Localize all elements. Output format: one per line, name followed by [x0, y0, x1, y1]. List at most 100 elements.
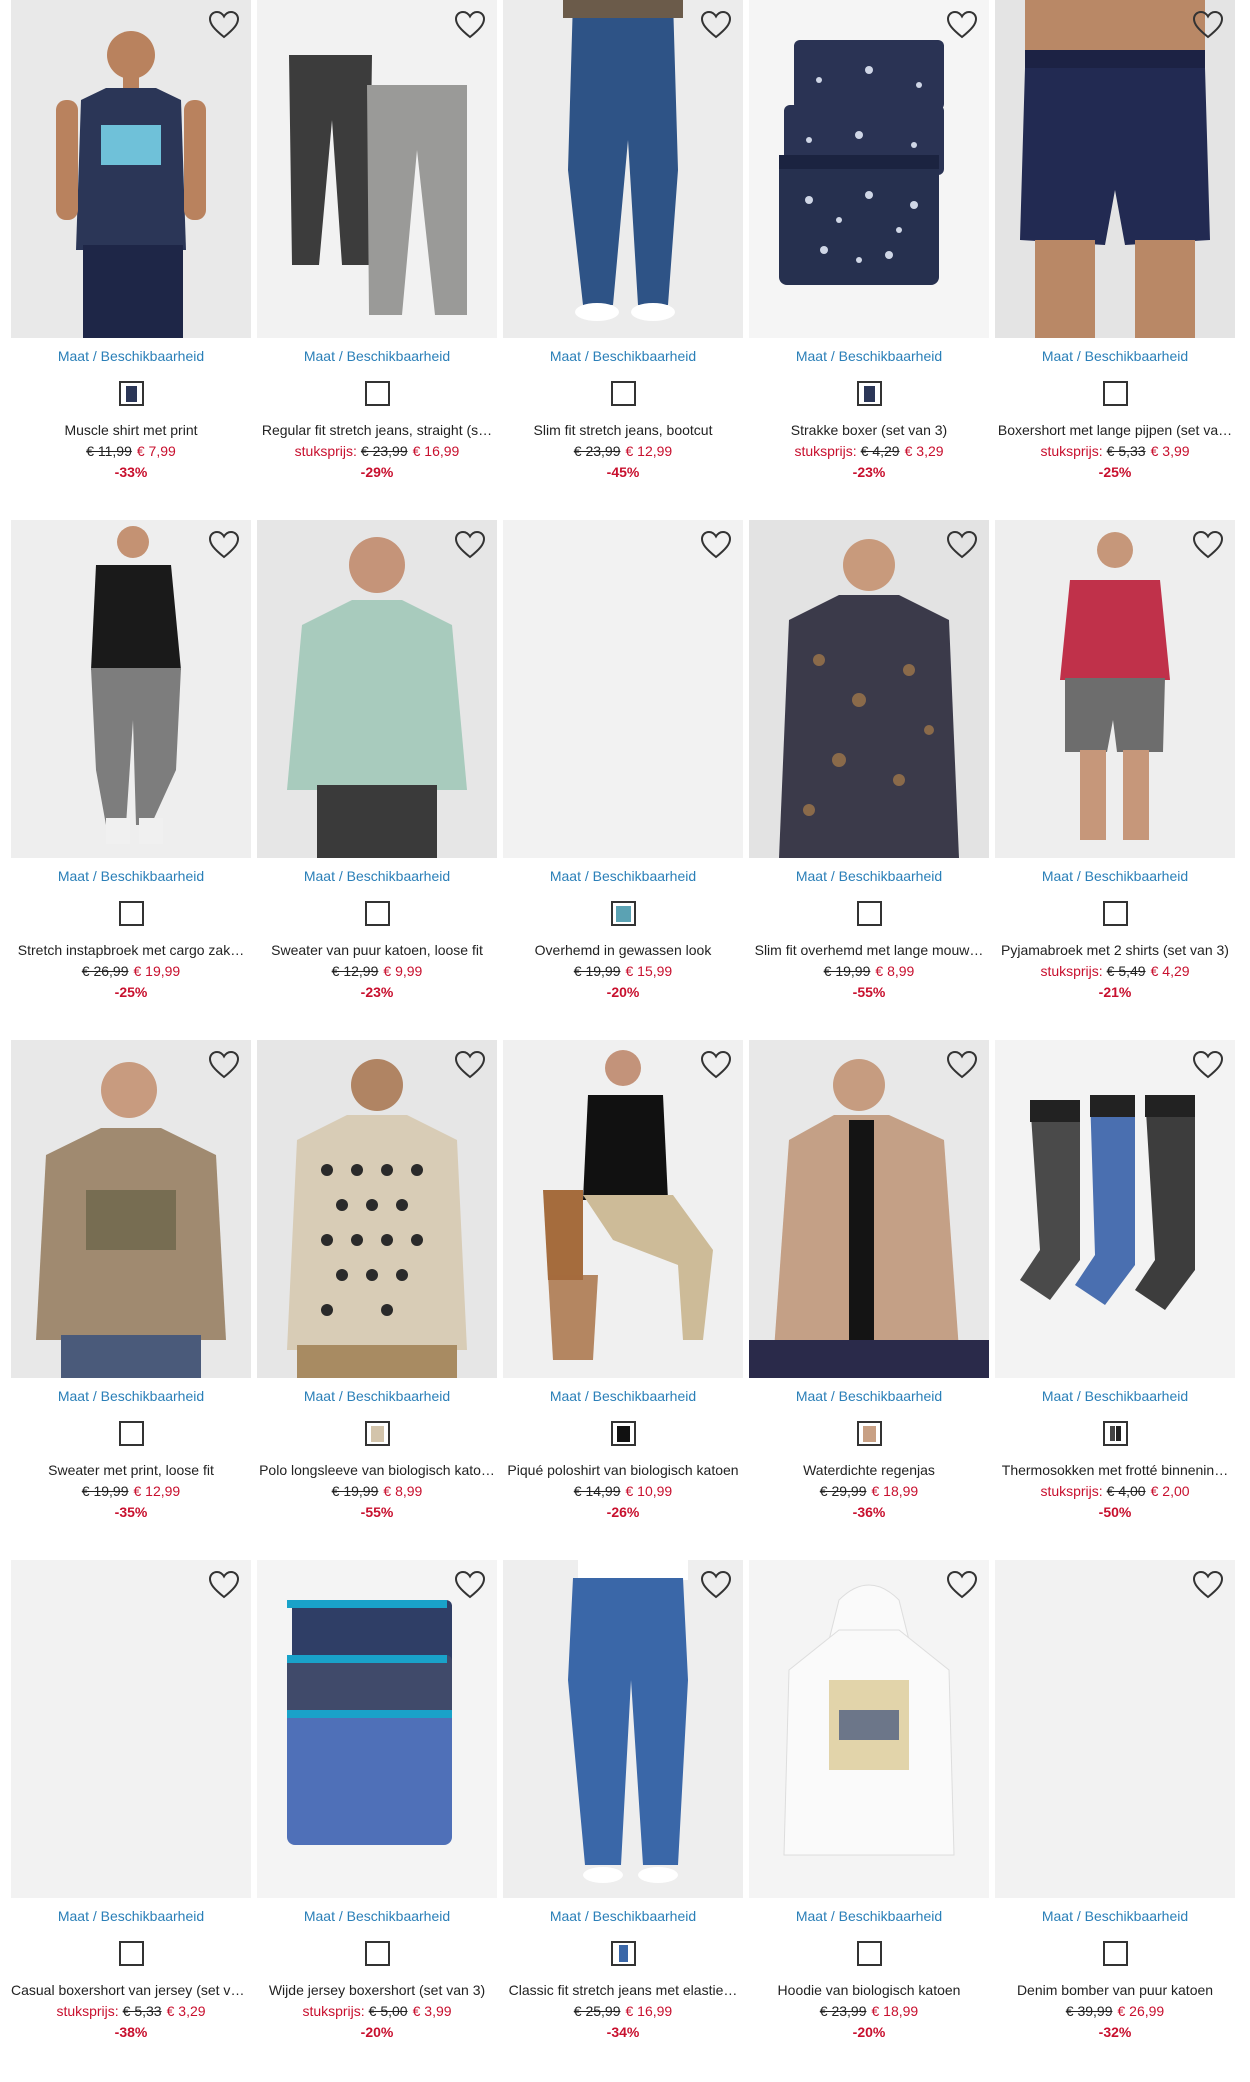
color-swatch[interactable]: [365, 381, 390, 406]
wishlist-heart-icon[interactable]: [453, 1568, 487, 1602]
product-card[interactable]: Maat / Beschikbaarheid Casual boxershort…: [11, 1560, 251, 2050]
product-card[interactable]: Maat / Beschikbaarheid Sweater met print…: [11, 1040, 251, 1530]
size-availability-link[interactable]: Maat / Beschikbaarheid: [749, 348, 989, 364]
product-card[interactable]: Maat / Beschikbaarheid Muscle shirt met …: [11, 0, 251, 490]
product-image[interactable]: [257, 0, 497, 338]
product-image[interactable]: [257, 1560, 497, 1898]
color-swatch[interactable]: [365, 1941, 390, 1966]
product-card[interactable]: Maat / Beschikbaarheid Strakke boxer (se…: [749, 0, 989, 490]
size-availability-link[interactable]: Maat / Beschikbaarheid: [749, 868, 989, 884]
product-name[interactable]: Regular fit stretch jeans, straight (s…: [257, 422, 497, 438]
size-availability-link[interactable]: Maat / Beschikbaarheid: [257, 348, 497, 364]
product-card[interactable]: Maat / Beschikbaarheid Denim bomber van …: [995, 1560, 1235, 2050]
product-name[interactable]: Slim fit stretch jeans, bootcut: [503, 422, 743, 438]
product-card[interactable]: Maat / Beschikbaarheid Regular fit stret…: [257, 0, 497, 490]
size-availability-link[interactable]: Maat / Beschikbaarheid: [11, 1388, 251, 1404]
product-name[interactable]: Stretch instapbroek met cargo zak…: [11, 942, 251, 958]
wishlist-heart-icon[interactable]: [945, 1048, 979, 1082]
wishlist-heart-icon[interactable]: [1191, 528, 1225, 562]
size-availability-link[interactable]: Maat / Beschikbaarheid: [257, 868, 497, 884]
wishlist-heart-icon[interactable]: [207, 528, 241, 562]
size-availability-link[interactable]: Maat / Beschikbaarheid: [995, 868, 1235, 884]
size-availability-link[interactable]: Maat / Beschikbaarheid: [995, 1908, 1235, 1924]
product-name[interactable]: Denim bomber van puur katoen: [995, 1982, 1235, 1998]
wishlist-heart-icon[interactable]: [453, 528, 487, 562]
product-card[interactable]: Maat / Beschikbaarheid Polo longsleeve v…: [257, 1040, 497, 1530]
wishlist-heart-icon[interactable]: [207, 8, 241, 42]
product-name[interactable]: Waterdichte regenjas: [749, 1462, 989, 1478]
color-swatch[interactable]: [365, 901, 390, 926]
product-image[interactable]: [503, 0, 743, 338]
product-image[interactable]: [257, 520, 497, 858]
product-card[interactable]: Maat / Beschikbaarheid Sweater van puur …: [257, 520, 497, 1010]
product-name[interactable]: Boxershort met lange pijpen (set va…: [995, 422, 1235, 438]
color-swatch[interactable]: [119, 1421, 144, 1446]
color-swatch[interactable]: [1103, 1421, 1128, 1446]
wishlist-heart-icon[interactable]: [699, 1568, 733, 1602]
product-image[interactable]: [11, 1040, 251, 1378]
wishlist-heart-icon[interactable]: [453, 8, 487, 42]
size-availability-link[interactable]: Maat / Beschikbaarheid: [11, 1908, 251, 1924]
wishlist-heart-icon[interactable]: [699, 1048, 733, 1082]
size-availability-link[interactable]: Maat / Beschikbaarheid: [503, 1388, 743, 1404]
wishlist-heart-icon[interactable]: [699, 528, 733, 562]
size-availability-link[interactable]: Maat / Beschikbaarheid: [503, 1908, 743, 1924]
product-card[interactable]: Maat / Beschikbaarheid Pyjamabroek met 2…: [995, 520, 1235, 1010]
size-availability-link[interactable]: Maat / Beschikbaarheid: [503, 348, 743, 364]
product-card[interactable]: Maat / Beschikbaarheid Slim fit stretch …: [503, 0, 743, 490]
product-card[interactable]: Maat / Beschikbaarheid Hoodie van biolog…: [749, 1560, 989, 2050]
product-card[interactable]: Maat / Beschikbaarheid Piqué poloshirt v…: [503, 1040, 743, 1530]
wishlist-heart-icon[interactable]: [945, 8, 979, 42]
color-swatch[interactable]: [611, 1941, 636, 1966]
product-name[interactable]: Pyjamabroek met 2 shirts (set van 3): [995, 942, 1235, 958]
color-swatch[interactable]: [611, 1421, 636, 1446]
product-name[interactable]: Wijde jersey boxershort (set van 3): [257, 1982, 497, 1998]
product-card[interactable]: Maat / Beschikbaarheid Wijde jersey boxe…: [257, 1560, 497, 2050]
product-name[interactable]: Piqué poloshirt van biologisch katoen: [503, 1462, 743, 1478]
color-swatch[interactable]: [857, 1421, 882, 1446]
wishlist-heart-icon[interactable]: [945, 528, 979, 562]
product-card[interactable]: Maat / Beschikbaarheid Overhemd in gewas…: [503, 520, 743, 1010]
wishlist-heart-icon[interactable]: [207, 1048, 241, 1082]
wishlist-heart-icon[interactable]: [699, 8, 733, 42]
product-card[interactable]: Maat / Beschikbaarheid Boxershort met la…: [995, 0, 1235, 490]
color-swatch[interactable]: [1103, 381, 1128, 406]
wishlist-heart-icon[interactable]: [1191, 1048, 1225, 1082]
size-availability-link[interactable]: Maat / Beschikbaarheid: [11, 348, 251, 364]
product-image[interactable]: [995, 520, 1235, 858]
product-name[interactable]: Hoodie van biologisch katoen: [749, 1982, 989, 1998]
product-image[interactable]: [503, 1040, 743, 1378]
color-swatch[interactable]: [119, 1941, 144, 1966]
size-availability-link[interactable]: Maat / Beschikbaarheid: [995, 1388, 1235, 1404]
product-image[interactable]: [749, 0, 989, 338]
product-image[interactable]: [995, 0, 1235, 338]
product-card[interactable]: Maat / Beschikbaarheid Waterdichte regen…: [749, 1040, 989, 1530]
product-name[interactable]: Overhemd in gewassen look: [503, 942, 743, 958]
size-availability-link[interactable]: Maat / Beschikbaarheid: [11, 868, 251, 884]
size-availability-link[interactable]: Maat / Beschikbaarheid: [257, 1908, 497, 1924]
color-swatch[interactable]: [857, 1941, 882, 1966]
product-name[interactable]: Sweater van puur katoen, loose fit: [257, 942, 497, 958]
product-image[interactable]: [257, 1040, 497, 1378]
color-swatch[interactable]: [611, 901, 636, 926]
product-card[interactable]: Maat / Beschikbaarheid Slim fit overhemd…: [749, 520, 989, 1010]
color-swatch[interactable]: [1103, 1941, 1128, 1966]
product-image[interactable]: [749, 1040, 989, 1378]
color-swatch[interactable]: [611, 381, 636, 406]
product-name[interactable]: Strakke boxer (set van 3): [749, 422, 989, 438]
wishlist-heart-icon[interactable]: [1191, 8, 1225, 42]
color-swatch[interactable]: [119, 901, 144, 926]
product-name[interactable]: Sweater met print, loose fit: [11, 1462, 251, 1478]
product-image[interactable]: [749, 520, 989, 858]
color-swatch[interactable]: [365, 1421, 390, 1446]
size-availability-link[interactable]: Maat / Beschikbaarheid: [995, 348, 1235, 364]
wishlist-heart-icon[interactable]: [1191, 1568, 1225, 1602]
color-swatch[interactable]: [1103, 901, 1128, 926]
product-card[interactable]: Maat / Beschikbaarheid Thermosokken met …: [995, 1040, 1235, 1530]
size-availability-link[interactable]: Maat / Beschikbaarheid: [749, 1908, 989, 1924]
color-swatch[interactable]: [857, 901, 882, 926]
product-name[interactable]: Thermosokken met frotté binnenin…: [995, 1462, 1235, 1478]
product-name[interactable]: Classic fit stretch jeans met elastie…: [503, 1982, 743, 1998]
product-image[interactable]: [749, 1560, 989, 1898]
color-swatch[interactable]: [119, 381, 144, 406]
